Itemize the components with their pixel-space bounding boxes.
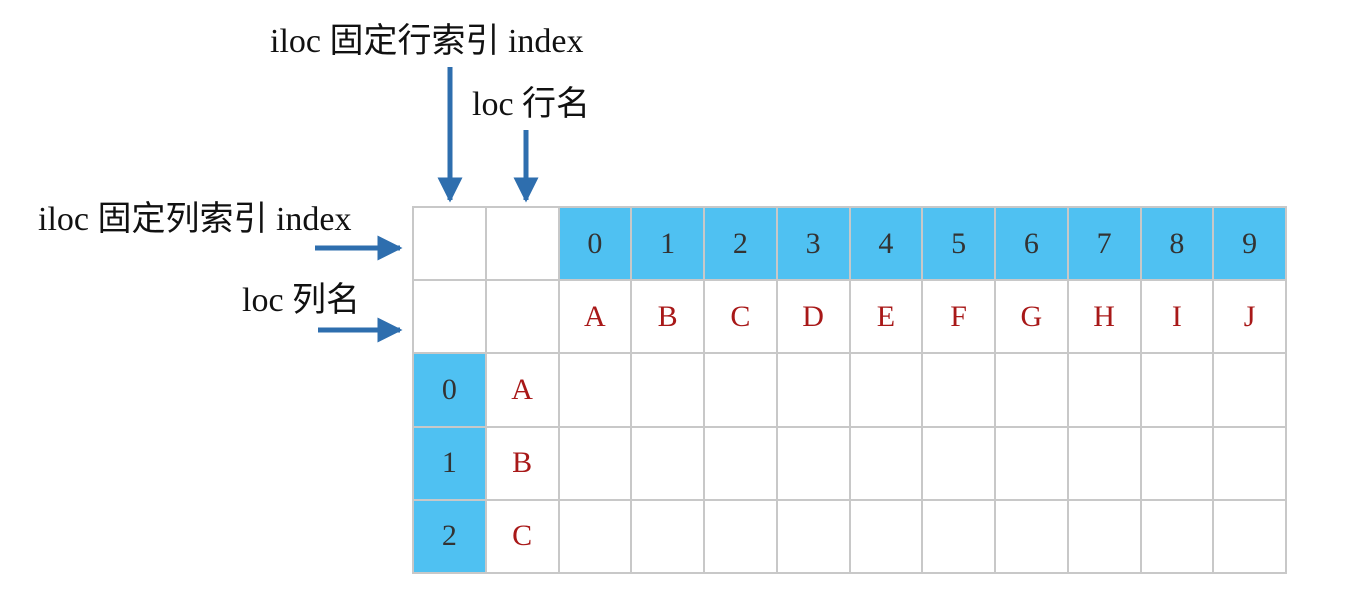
column-index-cell: 3 <box>777 208 851 282</box>
data-cell <box>632 500 705 574</box>
column-index-cell: 5 <box>923 208 996 282</box>
row-index-cell: 1 <box>414 427 487 501</box>
row-name-cell: C <box>486 500 560 574</box>
data-cell <box>923 427 996 501</box>
data-cell <box>777 500 851 574</box>
data-cell <box>996 500 1069 574</box>
data-cell <box>923 354 996 428</box>
row-name-cell: A <box>486 354 560 428</box>
data-cell <box>1141 354 1215 428</box>
data-cell <box>705 354 778 428</box>
column-index-cell: 6 <box>996 208 1069 282</box>
data-cell <box>777 354 851 428</box>
data-cell <box>1068 427 1142 501</box>
row-name-cell: B <box>486 427 560 501</box>
column-index-cell: 4 <box>850 208 924 282</box>
column-index-cell: 0 <box>559 208 633 282</box>
column-index-cell: 1 <box>632 208 705 282</box>
corner-cell <box>486 208 560 282</box>
data-cell <box>705 500 778 574</box>
column-name-cell: I <box>1141 281 1215 355</box>
column-index-cell: 7 <box>1068 208 1142 282</box>
data-cell <box>777 427 851 501</box>
data-cell <box>559 427 633 501</box>
data-cell <box>1068 500 1142 574</box>
data-cell <box>996 427 1069 501</box>
column-name-cell: A <box>559 281 633 355</box>
data-cell <box>996 354 1069 428</box>
column-name-cell: F <box>923 281 996 355</box>
data-cell <box>705 427 778 501</box>
column-index-cell: 9 <box>1214 208 1287 282</box>
data-cell <box>850 427 924 501</box>
column-index-cell: 2 <box>705 208 778 282</box>
column-name-cell: B <box>632 281 705 355</box>
column-name-cell: G <box>996 281 1069 355</box>
corner-cell <box>414 281 487 355</box>
data-cell <box>923 500 996 574</box>
data-cell <box>559 354 633 428</box>
data-cell <box>850 354 924 428</box>
row-index-cell: 2 <box>414 500 487 574</box>
column-name-cell: J <box>1214 281 1287 355</box>
data-cell <box>1214 354 1287 428</box>
data-cell <box>632 354 705 428</box>
column-name-cell: C <box>705 281 778 355</box>
data-cell <box>1141 427 1215 501</box>
data-cell <box>1214 427 1287 501</box>
column-name-cell: D <box>777 281 851 355</box>
data-cell <box>559 500 633 574</box>
corner-cell <box>486 281 560 355</box>
data-cell <box>632 427 705 501</box>
data-cell <box>850 500 924 574</box>
data-cell <box>1068 354 1142 428</box>
column-name-cell: H <box>1068 281 1142 355</box>
corner-cell <box>414 208 487 282</box>
row-index-cell: 0 <box>414 354 487 428</box>
data-cell <box>1141 500 1215 574</box>
column-name-cell: E <box>850 281 924 355</box>
data-cell <box>1214 500 1287 574</box>
dataframe-grid: 0 1 2 3 4 5 6 7 8 9 A B C D E F G H I J … <box>412 206 1287 574</box>
column-index-cell: 8 <box>1141 208 1215 282</box>
